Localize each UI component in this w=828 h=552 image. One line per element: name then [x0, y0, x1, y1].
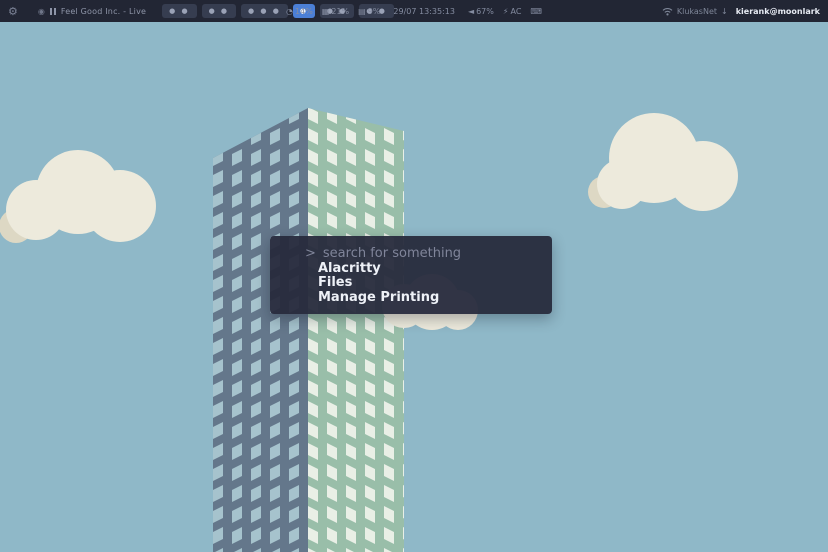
- media-player-icon: ◉: [38, 7, 45, 16]
- disk-value: 9%: [368, 7, 381, 16]
- cpu-value: 14%: [295, 7, 313, 16]
- workspace-chip-1[interactable]: ● ●: [162, 4, 196, 18]
- launcher-search-input[interactable]: > search for something: [305, 247, 552, 262]
- power-plug-icon: ⚡: [503, 7, 509, 16]
- network-arrow-icon: ↓: [721, 7, 728, 16]
- clock: 29/07 13:35:13: [393, 7, 455, 16]
- power-value: AC: [511, 7, 522, 16]
- volume-widget[interactable]: ◄ 67%: [468, 7, 494, 16]
- keyboard-icon: ⌨: [530, 7, 542, 16]
- volume-icon: ◄: [468, 7, 474, 16]
- username-label: kierank@moonlark: [736, 7, 820, 16]
- top-status-bar: ⚙ ◉ Feel Good Inc. - Live ● ● ● ● ● ● ● …: [0, 0, 828, 22]
- search-placeholder: search for something: [323, 247, 461, 262]
- workspace-chip-2[interactable]: ● ●: [202, 4, 236, 18]
- wifi-icon: [662, 7, 673, 16]
- pause-icon: [50, 8, 52, 15]
- launcher-item-manage-printing[interactable]: Manage Printing: [318, 291, 552, 306]
- system-stats: ◔ 14% ▦ 21% ▤ 9% 29/07 13:35:13 ◄ 67% ⚡ …: [286, 0, 542, 22]
- disk-icon: ▤: [358, 7, 366, 16]
- cloud-left: [0, 150, 156, 243]
- workspace-chip-3[interactable]: ● ● ●: [241, 4, 288, 18]
- song-title: Feel Good Inc. - Live: [61, 7, 146, 16]
- volume-value: 67%: [476, 7, 494, 16]
- memory-value: 21%: [331, 7, 349, 16]
- wifi-widget[interactable]: KlukasNet ↓: [662, 7, 728, 16]
- launcher-item-files[interactable]: Files: [318, 276, 552, 291]
- power-widget: ⚡ AC: [503, 7, 522, 16]
- cpu-stat: ◔ 14%: [286, 7, 313, 16]
- building-illustration: [213, 108, 404, 552]
- media-widget[interactable]: ◉ Feel Good Inc. - Live: [38, 7, 146, 16]
- wifi-ssid: KlukasNet: [677, 7, 717, 16]
- settings-gear-icon[interactable]: ⚙: [8, 5, 18, 18]
- memory-stat: ▦ 21%: [322, 7, 349, 16]
- cloud-right: [588, 113, 738, 211]
- launcher-item-alacritty[interactable]: Alacritty: [318, 262, 552, 277]
- memory-icon: ▦: [322, 7, 330, 16]
- disk-stat: ▤ 9%: [358, 7, 380, 16]
- app-launcher-panel: > search for something Alacritty Files M…: [270, 236, 552, 314]
- prompt-icon: >: [305, 247, 316, 262]
- cpu-icon: ◔: [286, 7, 293, 16]
